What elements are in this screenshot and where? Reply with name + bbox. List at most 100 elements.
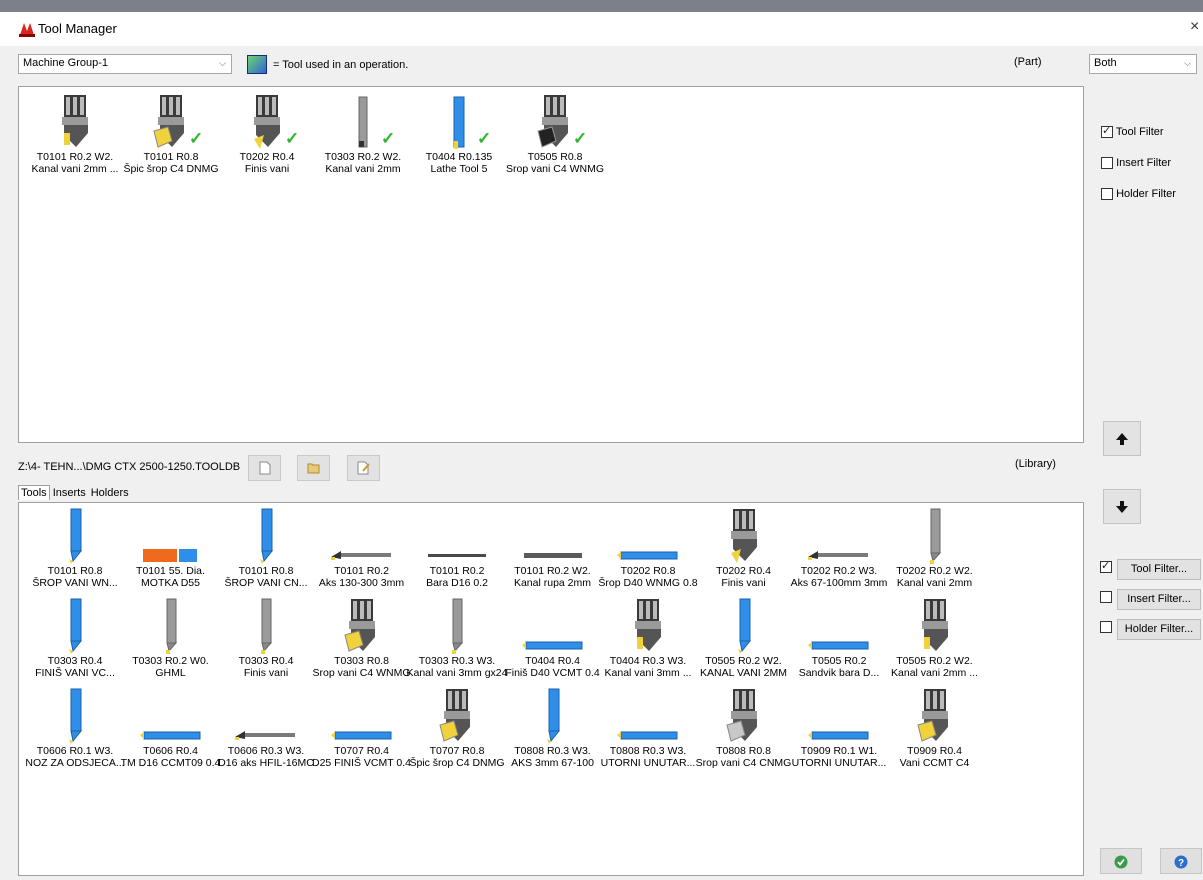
tool-caption-line1: T0505 R0.8 bbox=[527, 151, 583, 163]
checkbox[interactable] bbox=[1101, 124, 1113, 139]
library-filter-button[interactable]: Insert Filter... bbox=[1117, 589, 1201, 610]
gray-vertical-tool-icon bbox=[881, 507, 989, 565]
tool-caption-line2: Lathe Tool 5 bbox=[430, 163, 488, 175]
library-tool-item[interactable]: T0101 R0.8 ŠROP VANI WN... bbox=[21, 507, 129, 589]
close-icon[interactable]: × bbox=[1190, 18, 1199, 36]
library-tool-item[interactable]: T0909 R0.1 W1. UTORNI UNUTAR... bbox=[785, 687, 893, 769]
library-tool-item[interactable]: T0202 R0.4 Finis vani bbox=[690, 507, 798, 589]
library-tool-item[interactable]: T0606 R0.3 W3. D16 aks HFIL-16MC bbox=[212, 687, 320, 769]
tool-caption-line2: D25 FINIŠ VCMT 0.4 bbox=[311, 757, 411, 769]
blue-vertical-tool-icon bbox=[21, 507, 129, 565]
filter-label: Insert Filter bbox=[1116, 157, 1172, 169]
library-tool-item[interactable]: T0505 R0.2 W2. KANAL VANI 2MM bbox=[690, 597, 798, 679]
library-tool-item[interactable]: T0404 R0.4 Finiš D40 VCMT 0.4 bbox=[499, 597, 607, 679]
part-tools-panel[interactable]: T0101 R0.2 W2. Kanal vani 2mm ... ✓ T0101 R… bbox=[18, 86, 1084, 443]
checkbox[interactable] bbox=[1101, 157, 1113, 170]
part-tool-item[interactable]: ✓ T0404 R0.135 Lathe Tool 5 bbox=[405, 93, 513, 175]
part-tool-item[interactable]: T0101 R0.2 W2. Kanal vani 2mm ... bbox=[21, 93, 129, 175]
part-tool-item[interactable]: ✓ T0303 R0.2 W2. Kanal vani 2mm bbox=[309, 93, 417, 175]
library-tool-item[interactable]: T0909 R0.4 Vani CCMT C4 bbox=[881, 687, 989, 769]
library-tool-item[interactable]: T0808 R0.3 W3. UTORNI UNUTAR... bbox=[594, 687, 702, 769]
library-tool-item[interactable]: T0808 R0.8 Srop vani C4 CNMG bbox=[690, 687, 798, 769]
library-tool-item[interactable]: T0202 R0.2 W3. Aks 67-100mm 3mm bbox=[785, 507, 893, 589]
library-label: (Library) bbox=[1015, 458, 1056, 470]
library-tool-item[interactable]: T0101 55. Dia. MOTKA D55 bbox=[117, 507, 225, 589]
part-filter-1[interactable]: Insert Filter bbox=[1101, 157, 1172, 170]
part-filter-2[interactable]: Holder Filter bbox=[1101, 188, 1176, 201]
tool-caption-line1: T0606 R0.3 W3. bbox=[227, 745, 305, 757]
tool-caption-line2: D16 aks HFIL-16MC bbox=[218, 757, 314, 769]
library-tool-item[interactable]: T0505 R0.2 W2. Kanal vani 2mm ... bbox=[881, 597, 989, 679]
help-button[interactable]: ? bbox=[1160, 848, 1202, 874]
library-tool-item[interactable]: T0303 R0.4 FINIŠ VANI VC... bbox=[21, 597, 129, 679]
library-tabs: Tools Inserts Holders bbox=[18, 485, 132, 500]
new-library-button[interactable] bbox=[248, 455, 281, 481]
gray-vertical-tool-icon bbox=[403, 597, 511, 655]
library-tools-panel[interactable]: T0101 R0.8 ŠROP VANI WN... T0101 55. Dia. M… bbox=[18, 502, 1084, 876]
new-file-icon bbox=[259, 461, 270, 475]
tool-caption-line2: Kanal rupa 2mm bbox=[513, 577, 592, 589]
tool-caption-line2: Finis vani bbox=[244, 163, 290, 175]
tool-caption-line2: Kanal vani 3mm ... bbox=[604, 667, 692, 679]
used-check-icon: ✓ bbox=[285, 129, 300, 148]
library-tool-item[interactable]: T0202 R0.8 Šrop D40 WNMG 0.8 bbox=[594, 507, 702, 589]
move-up-button[interactable] bbox=[1103, 421, 1141, 456]
tool-caption-line2: Finis vani bbox=[721, 577, 766, 589]
library-tool-item[interactable]: T0202 R0.2 W2. Kanal vani 2mm bbox=[881, 507, 989, 589]
gray-vertical-tool-icon bbox=[212, 597, 320, 655]
library-tool-item[interactable]: T0606 R0.1 W3. NOZ ZA ODSJECA... bbox=[21, 687, 129, 769]
library-tool-item[interactable]: T0707 R0.8 Špic šrop C4 DNMG bbox=[403, 687, 511, 769]
library-tool-item[interactable]: T0101 R0.8 ŠROP VANI CN... bbox=[212, 507, 320, 589]
tab-tools[interactable]: Tools bbox=[18, 485, 50, 500]
checkbox[interactable] bbox=[1100, 559, 1112, 574]
move-down-button[interactable] bbox=[1103, 489, 1141, 524]
tool-caption-line1: T0707 R0.8 bbox=[429, 745, 485, 757]
checkbox[interactable] bbox=[1101, 188, 1113, 201]
ok-button[interactable] bbox=[1100, 848, 1142, 874]
part-tool-item[interactable]: ✓ T0505 R0.8 Srop vani C4 WNMG bbox=[501, 93, 609, 175]
library-tool-item[interactable]: T0303 R0.3 W3. Kanal vani 3mm gx24 bbox=[403, 597, 511, 679]
tool-caption-line1: T0202 R0.2 W2. bbox=[896, 565, 973, 577]
library-filter-button[interactable]: Tool Filter... bbox=[1117, 559, 1201, 580]
holder-insert-yellow-icon bbox=[881, 687, 989, 745]
tool-caption-line2: ŠROP VANI WN... bbox=[32, 577, 118, 589]
library-tool-item[interactable]: T0303 R0.2 W0. GHML bbox=[117, 597, 225, 679]
library-tool-item[interactable]: T0101 R0.2 W2. Kanal rupa 2mm bbox=[499, 507, 607, 589]
checkbox[interactable] bbox=[1100, 591, 1112, 604]
machine-group-select[interactable]: Machine Group-1 ⌵ bbox=[18, 54, 232, 74]
library-tool-item[interactable]: T0303 R0.4 Finis vani bbox=[212, 597, 320, 679]
blue-vertical-tool-icon bbox=[499, 687, 607, 745]
both-select[interactable]: Both ⌵ bbox=[1089, 54, 1197, 74]
library-filter-button[interactable]: Holder Filter... bbox=[1117, 619, 1201, 640]
tab-inserts[interactable]: Inserts bbox=[51, 486, 88, 500]
library-filter-0 bbox=[1100, 559, 1112, 574]
library-tool-item[interactable]: T0505 R0.2 Sandvik bara D... bbox=[785, 597, 893, 679]
tool-caption-line2: Kanal vani 3mm gx24 bbox=[406, 667, 508, 679]
tool-caption-line1: T0909 R0.4 bbox=[907, 745, 962, 757]
part-tool-item[interactable]: ✓ T0101 R0.8 Špic šrop C4 DNMG bbox=[117, 93, 225, 175]
holder-finish-icon bbox=[690, 507, 798, 565]
library-tool-item[interactable]: T0606 R0.4 TM D16 CCMT09 0.4 bbox=[117, 687, 225, 769]
tool-caption-line2: AKS 3mm 67-100 bbox=[511, 757, 594, 769]
library-tool-item[interactable]: T0101 R0.2 Bara D16 0.2 bbox=[403, 507, 511, 589]
tool-caption-line2: Špic šrop C4 DNMG bbox=[123, 163, 219, 175]
edit-library-button[interactable] bbox=[347, 455, 380, 481]
part-tool-item[interactable]: ✓ T0202 R0.4 Finis vani bbox=[213, 93, 321, 175]
library-tool-item[interactable]: T0303 R0.8 Srop vani C4 WNMG bbox=[308, 597, 416, 679]
holder-insert-yellow-icon bbox=[403, 687, 511, 745]
boring-bar-gray-icon bbox=[212, 687, 320, 745]
library-tool-item[interactable]: T0808 R0.3 W3. AKS 3mm 67-100 bbox=[499, 687, 607, 769]
tool-caption-line1: T0404 R0.4 bbox=[525, 655, 580, 667]
tool-caption-line2: Bara D16 0.2 bbox=[426, 577, 488, 589]
open-library-button[interactable] bbox=[297, 455, 330, 481]
library-tool-item[interactable]: T0404 R0.3 W3. Kanal vani 3mm ... bbox=[594, 597, 702, 679]
part-filter-0[interactable]: Tool Filter bbox=[1101, 124, 1164, 139]
used-check-icon: ✓ bbox=[189, 129, 204, 148]
library-tool-item[interactable]: T0707 R0.4 D25 FINIŠ VCMT 0.4 bbox=[308, 687, 416, 769]
tool-caption-line1: T0101 R0.8 bbox=[143, 151, 199, 163]
tab-holders[interactable]: Holders bbox=[89, 486, 131, 500]
checkbox[interactable] bbox=[1100, 621, 1112, 634]
thin-bar-gray-icon bbox=[403, 507, 511, 565]
library-tool-item[interactable]: T0101 R0.2 Aks 130-300 3mm bbox=[308, 507, 416, 589]
holder-grooving-icon bbox=[21, 93, 129, 151]
